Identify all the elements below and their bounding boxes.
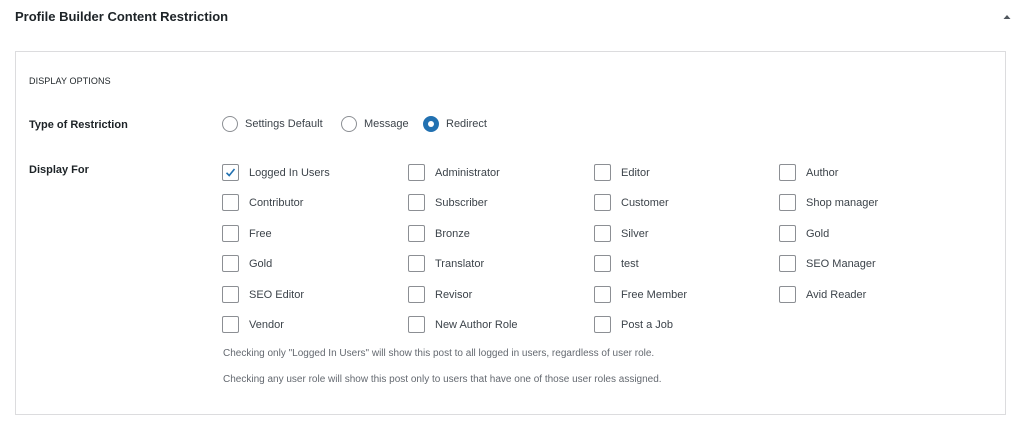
radio-option-message[interactable]: Message	[341, 116, 409, 132]
radio-label: Settings Default	[245, 118, 323, 130]
checkbox[interactable]	[408, 164, 425, 181]
help-text-logged-in: Checking only "Logged In Users" will sho…	[223, 348, 655, 359]
metabox-header: Profile Builder Content Restriction	[0, 0, 1024, 34]
role-checkbox-shop-manager[interactable]: Shop manager	[779, 194, 878, 211]
role-label: Vendor	[249, 318, 284, 331]
checkbox[interactable]	[779, 164, 796, 181]
role-label: Editor	[621, 166, 650, 179]
role-label: Subscriber	[435, 196, 488, 209]
radio-button[interactable]	[222, 116, 238, 132]
role-label: Gold	[806, 227, 830, 240]
display-for-label: Display For	[29, 164, 89, 176]
checkbox[interactable]	[408, 286, 425, 303]
role-checkbox-customer[interactable]: Customer	[594, 194, 669, 211]
role-label: Author	[806, 166, 839, 179]
role-label: Translator	[435, 257, 485, 270]
role-label: Silver	[621, 227, 649, 240]
role-label: Bronze	[435, 227, 470, 240]
role-label: Administrator	[435, 166, 500, 179]
role-checkbox-author[interactable]: Author	[779, 164, 838, 181]
metabox-title: Profile Builder Content Restriction	[15, 9, 229, 24]
role-checkbox-gold[interactable]: Gold	[222, 255, 272, 272]
role-checkbox-revisor[interactable]: Revisor	[408, 286, 472, 303]
checkbox[interactable]	[408, 194, 425, 211]
restriction-panel: DISPLAY OPTIONS Type of Restriction Sett…	[15, 51, 1006, 415]
role-checkbox-free[interactable]: Free	[222, 225, 272, 242]
checkbox[interactable]	[408, 255, 425, 272]
role-checkbox-logged-in-users[interactable]: Logged In Users	[222, 164, 330, 181]
checkbox[interactable]	[594, 255, 611, 272]
checkbox[interactable]	[222, 255, 239, 272]
restriction-type-label: Type of Restriction	[29, 119, 128, 131]
checkbox[interactable]	[594, 164, 611, 181]
role-label: SEO Manager	[806, 257, 876, 270]
role-checkbox-gold[interactable]: Gold	[779, 225, 829, 242]
checkbox[interactable]	[594, 194, 611, 211]
checkbox[interactable]	[594, 225, 611, 242]
role-checkbox-translator[interactable]: Translator	[408, 255, 484, 272]
radio-option-settings-default[interactable]: Settings Default	[222, 116, 323, 132]
radio-button[interactable]	[423, 116, 439, 132]
checkbox[interactable]	[408, 225, 425, 242]
role-label: Shop manager	[806, 196, 879, 209]
help-text-user-roles: Checking any user role will show this po…	[223, 374, 662, 385]
role-label: Free	[249, 227, 272, 240]
checkbox[interactable]	[222, 194, 239, 211]
role-label: SEO Editor	[249, 288, 305, 301]
role-checkbox-silver[interactable]: Silver	[594, 225, 649, 242]
role-checkbox-administrator[interactable]: Administrator	[408, 164, 500, 181]
role-label: Free Member	[621, 288, 688, 301]
checkbox[interactable]	[779, 194, 796, 211]
role-checkbox-vendor[interactable]: Vendor	[222, 316, 284, 333]
checkbox[interactable]	[779, 286, 796, 303]
radio-option-redirect[interactable]: Redirect	[423, 116, 487, 132]
role-label: Gold	[249, 257, 273, 270]
role-checkbox-seo-editor[interactable]: SEO Editor	[222, 286, 304, 303]
role-checkbox-test[interactable]: test	[594, 255, 639, 272]
checkbox[interactable]	[779, 255, 796, 272]
checkbox[interactable]	[594, 286, 611, 303]
role-label: Post a Job	[621, 318, 673, 331]
role-checkbox-post-a-job[interactable]: Post a Job	[594, 316, 673, 333]
role-checkbox-bronze[interactable]: Bronze	[408, 225, 470, 242]
radio-label: Message	[364, 118, 409, 130]
role-label: Customer	[621, 196, 669, 209]
triangle-up-icon	[1000, 10, 1014, 24]
role-label: New Author Role	[435, 318, 518, 331]
checkbox[interactable]	[222, 164, 239, 181]
checkbox[interactable]	[594, 316, 611, 333]
radio-label: Redirect	[446, 118, 487, 130]
role-label: Logged In Users	[249, 166, 330, 179]
role-checkbox-new-author-role[interactable]: New Author Role	[408, 316, 518, 333]
role-checkbox-contributor[interactable]: Contributor	[222, 194, 303, 211]
checkbox[interactable]	[222, 316, 239, 333]
role-checkbox-free-member[interactable]: Free Member	[594, 286, 687, 303]
toggle-panel-button[interactable]	[1000, 10, 1014, 24]
checkbox[interactable]	[222, 225, 239, 242]
section-title: DISPLAY OPTIONS	[29, 76, 111, 86]
role-label: Revisor	[435, 288, 473, 301]
role-checkbox-subscriber[interactable]: Subscriber	[408, 194, 488, 211]
checkmark-icon	[225, 168, 236, 177]
role-checkbox-avid-reader[interactable]: Avid Reader	[779, 286, 866, 303]
role-label: test	[621, 257, 639, 270]
checkbox[interactable]	[408, 316, 425, 333]
role-checkbox-seo-manager[interactable]: SEO Manager	[779, 255, 876, 272]
role-checkbox-editor[interactable]: Editor	[594, 164, 650, 181]
role-label: Contributor	[249, 196, 304, 209]
role-label: Avid Reader	[806, 288, 867, 301]
checkbox[interactable]	[222, 286, 239, 303]
radio-button[interactable]	[341, 116, 357, 132]
checkbox[interactable]	[779, 225, 796, 242]
